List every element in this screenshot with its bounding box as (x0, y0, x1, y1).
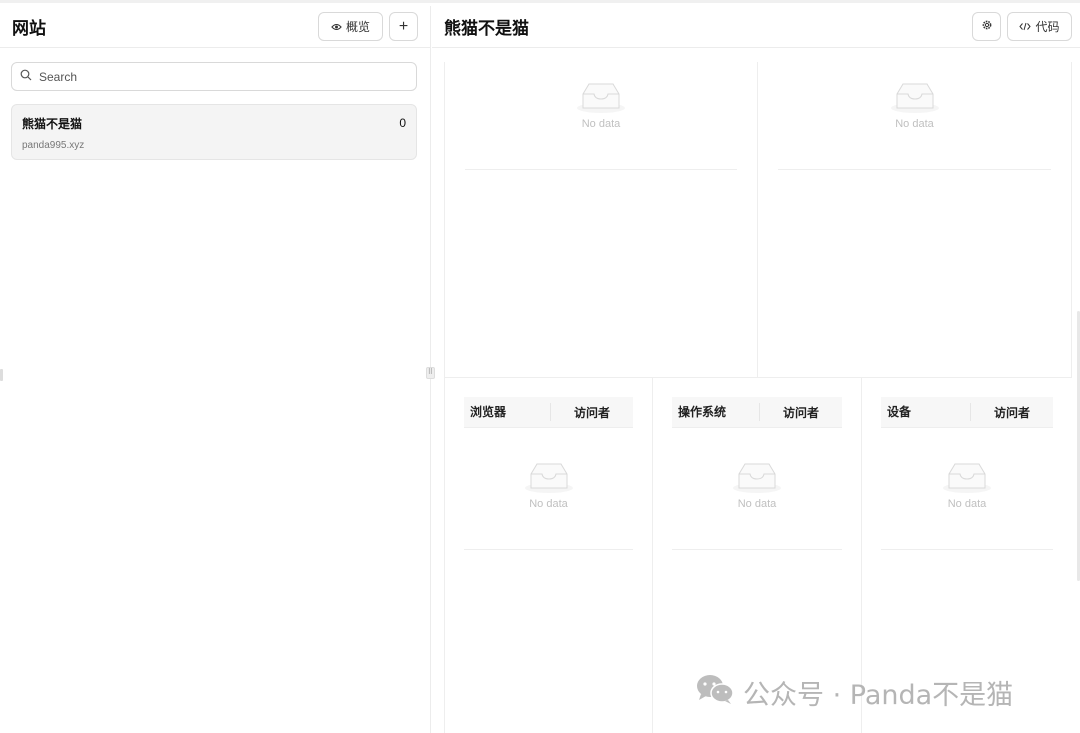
site-detail-header: 熊猫不是猫 代码 (432, 6, 1080, 48)
no-data-text: No data (947, 498, 987, 510)
overview-button[interactable]: 概览 (318, 12, 383, 41)
table-divider (672, 549, 842, 550)
empty-state: No data (445, 80, 757, 130)
site-visitor-count: 0 (399, 116, 406, 130)
chart-divider (778, 169, 1051, 170)
no-data-text: No data (895, 118, 934, 130)
empty-state: No data (862, 460, 1072, 510)
inbox-icon (523, 460, 575, 494)
empty-state: No data (445, 460, 652, 510)
site-domain: panda995.xyz (22, 140, 85, 151)
watermark: 公众号 · Panda不是猫 (695, 673, 1013, 712)
site-title: 熊猫不是猫 (444, 19, 529, 38)
websites-header: 网站 概览 + (0, 6, 430, 48)
inbox-icon (889, 80, 941, 114)
collapse-handle[interactable] (0, 369, 3, 381)
browser-table: 浏览器 访问者 No data (444, 378, 653, 733)
table-header: 设备 访问者 (881, 397, 1053, 428)
column-header-visitors[interactable]: 访问者 (760, 404, 842, 421)
inbox-icon (941, 460, 993, 494)
chart-panel-right: No data (758, 62, 1072, 377)
no-data-text: No data (529, 498, 568, 510)
overview-label: 概览 (345, 20, 370, 34)
settings-button[interactable] (972, 12, 1001, 41)
gear-icon (981, 19, 993, 34)
table-header: 操作系统 访问者 (672, 397, 842, 428)
inbox-icon (731, 460, 783, 494)
no-data-text: No data (737, 498, 777, 510)
code-button[interactable]: 代码 (1007, 12, 1072, 41)
chart-panel-left: No data (444, 62, 758, 377)
search-input[interactable] (39, 69, 416, 84)
chart-divider (465, 169, 737, 170)
site-detail-panel: 熊猫不是猫 代码 No data No data 浏览器 访问者 No data… (432, 6, 1080, 733)
websites-panel: 网站 概览 + 熊猫不是猫 panda995.xyz 0 (0, 6, 431, 733)
empty-state: No data (653, 460, 861, 510)
app-window: 网站 概览 + 熊猫不是猫 panda995.xyz 0 ⠿ 熊猫不是猫 (0, 0, 1080, 733)
watermark-text: 公众号 · Panda不是猫 (743, 680, 1014, 711)
column-header-browser[interactable]: 浏览器 (464, 403, 551, 421)
column-header-visitors[interactable]: 访问者 (971, 404, 1053, 421)
code-icon (1019, 20, 1032, 34)
table-header: 浏览器 访问者 (464, 397, 633, 428)
site-list-item[interactable]: 熊猫不是猫 panda995.xyz 0 (11, 104, 417, 160)
column-header-visitors[interactable]: 访问者 (551, 404, 633, 421)
inbox-icon (575, 80, 627, 114)
table-divider (881, 549, 1053, 550)
table-divider (464, 549, 633, 550)
search-box[interactable] (11, 62, 417, 91)
search-icon (20, 68, 32, 86)
eye-icon (331, 20, 342, 34)
code-label: 代码 (1035, 20, 1060, 34)
column-header-device[interactable]: 设备 (881, 403, 971, 421)
no-data-text: No data (581, 118, 621, 130)
wechat-icon (695, 673, 735, 712)
column-header-os[interactable]: 操作系统 (672, 403, 760, 421)
add-website-button[interactable]: + (389, 12, 418, 41)
site-name: 熊猫不是猫 (22, 117, 83, 131)
empty-state: No data (758, 80, 1071, 130)
panel-title: 网站 (12, 19, 46, 38)
